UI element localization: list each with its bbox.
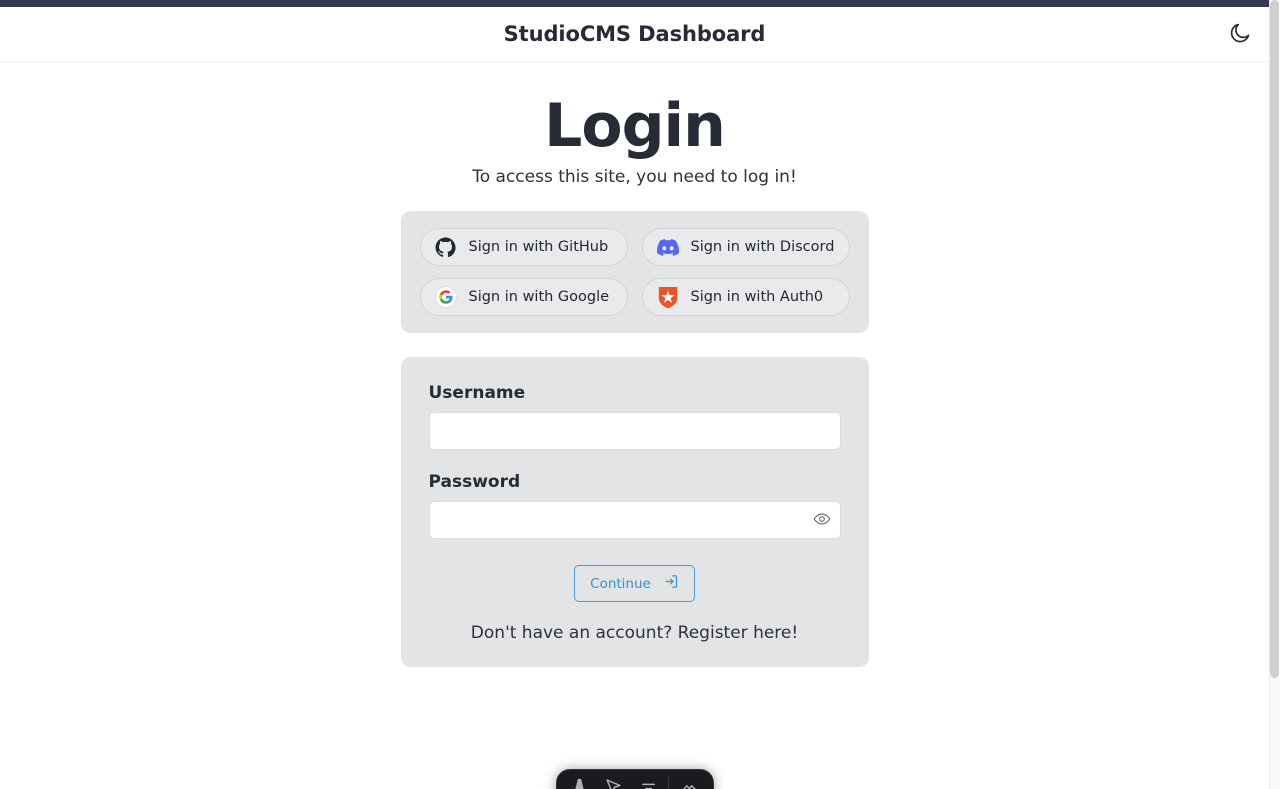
dev-toolbar-separator [668,777,670,789]
oauth-button-label: Sign in with GitHub [468,238,609,255]
page-subtitle: To access this site, you need to log in! [472,167,797,187]
password-visibility-toggle-button[interactable] [811,509,833,531]
continue-button[interactable]: Continue [574,565,695,602]
password-label: Password [428,472,521,492]
discord-icon [656,236,679,258]
app-header: StudioCMS Dashboard [0,7,1269,62]
inspect-icon [605,778,622,789]
login-arrow-icon [664,574,679,593]
auth0-icon [657,286,679,308]
page-title: Login [544,91,726,161]
page-scrollbar-track[interactable] [1269,0,1280,789]
oauth-button-discord[interactable]: Sign in with Discord [641,228,850,266]
password-input-wrapper [428,501,841,539]
dev-toolbar-astro-button[interactable] [563,775,597,789]
oauth-button-label: Sign in with Discord [690,238,835,255]
login-form-card: Username Password Continue Don't have an… [400,357,869,667]
app-title: StudioCMS Dashboard [503,22,766,46]
login-page: Login To access this site, you need to l… [0,63,1269,789]
continue-button-label: Continue [590,575,651,592]
oauth-button-github[interactable]: Sign in with GitHub [419,228,628,266]
oauth-provider-grid: Sign in with GitHub Sign in with Discord [419,228,850,316]
page-root: StudioCMS Dashboard Login To access this… [0,0,1280,789]
password-field-block: Password [428,472,841,539]
oauth-button-label: Sign in with Auth0 [690,288,824,305]
dev-toolbar-settings-button[interactable] [672,775,706,789]
moon-icon [1228,21,1252,48]
username-label: Username [428,383,526,403]
register-prompt: Don't have an account? [470,623,678,643]
eye-icon [813,510,831,531]
google-icon [434,286,457,308]
oauth-button-label: Sign in with Google [468,288,610,305]
dev-toolbar-inspect-button[interactable] [597,775,631,789]
astro-logo-icon [572,778,587,789]
username-input[interactable] [428,412,841,450]
password-input[interactable] [428,501,841,539]
top-accent-bar [0,0,1269,7]
username-field-block: Username [428,383,841,450]
submit-row: Continue [429,565,841,602]
settings-icon [681,778,698,789]
dev-toolbar[interactable] [555,769,714,789]
register-row: Don't have an account? Register here! [429,623,841,643]
github-icon [435,236,457,258]
oauth-button-auth0[interactable]: Sign in with Auth0 [641,278,850,316]
page-scrollbar-thumb[interactable] [1270,0,1279,678]
register-link[interactable]: Register here! [678,623,799,643]
audit-icon [640,778,657,789]
oauth-providers-card: Sign in with GitHub Sign in with Discord [400,211,869,333]
theme-toggle-button[interactable] [1223,17,1257,51]
oauth-button-google[interactable]: Sign in with Google [419,278,628,316]
dev-toolbar-audit-button[interactable] [631,775,665,789]
